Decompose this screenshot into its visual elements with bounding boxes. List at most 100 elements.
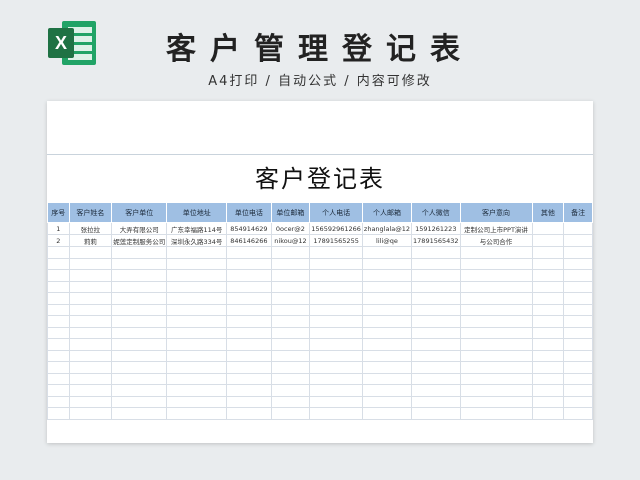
- empty-cell[interactable]: [309, 246, 363, 259]
- empty-cell[interactable]: [111, 384, 168, 397]
- empty-cell[interactable]: [270, 292, 311, 305]
- table-cell[interactable]: 1: [47, 222, 70, 235]
- empty-cell[interactable]: [226, 395, 272, 408]
- empty-cell[interactable]: [166, 280, 228, 293]
- empty-cell[interactable]: [166, 361, 228, 374]
- empty-cell[interactable]: [68, 292, 113, 305]
- empty-cell[interactable]: [270, 269, 311, 282]
- table-cell[interactable]: [563, 234, 593, 247]
- empty-cell[interactable]: [361, 292, 413, 305]
- empty-cell[interactable]: [361, 372, 413, 385]
- empty-cell[interactable]: [111, 246, 168, 259]
- table-cell[interactable]: 846146266: [226, 234, 272, 247]
- table-cell[interactable]: 156592961266: [309, 222, 363, 235]
- table-cell[interactable]: 定制公司上市PPT演讲: [459, 222, 533, 235]
- empty-cell[interactable]: [309, 349, 363, 362]
- empty-cell[interactable]: [111, 372, 168, 385]
- empty-cell[interactable]: [459, 326, 533, 339]
- table-cell[interactable]: 1591261223: [411, 222, 461, 235]
- empty-cell[interactable]: [411, 269, 461, 282]
- empty-cell[interactable]: [226, 269, 272, 282]
- empty-cell[interactable]: [563, 349, 593, 362]
- table-cell[interactable]: 妮莲定制服务公司: [111, 234, 168, 247]
- empty-cell[interactable]: [459, 257, 533, 270]
- empty-cell[interactable]: [166, 407, 228, 420]
- empty-cell[interactable]: [226, 257, 272, 270]
- empty-cell[interactable]: [166, 395, 228, 408]
- empty-cell[interactable]: [47, 361, 70, 374]
- empty-cell[interactable]: [47, 246, 70, 259]
- empty-cell[interactable]: [47, 292, 70, 305]
- empty-cell[interactable]: [68, 315, 113, 328]
- empty-cell[interactable]: [459, 338, 533, 351]
- empty-cell[interactable]: [459, 349, 533, 362]
- empty-cell[interactable]: [226, 280, 272, 293]
- empty-cell[interactable]: [411, 361, 461, 374]
- empty-cell[interactable]: [563, 361, 593, 374]
- empty-cell[interactable]: [111, 269, 168, 282]
- empty-cell[interactable]: [111, 280, 168, 293]
- empty-cell[interactable]: [411, 407, 461, 420]
- empty-cell[interactable]: [361, 338, 413, 351]
- table-cell[interactable]: 深圳永久路334号: [166, 234, 228, 247]
- empty-cell[interactable]: [411, 280, 461, 293]
- empty-cell[interactable]: [270, 303, 311, 316]
- empty-cell[interactable]: [411, 384, 461, 397]
- empty-cell[interactable]: [361, 326, 413, 339]
- empty-cell[interactable]: [309, 395, 363, 408]
- empty-cell[interactable]: [226, 303, 272, 316]
- empty-cell[interactable]: [563, 246, 593, 259]
- empty-cell[interactable]: [563, 303, 593, 316]
- empty-cell[interactable]: [459, 246, 533, 259]
- empty-cell[interactable]: [411, 257, 461, 270]
- empty-cell[interactable]: [309, 303, 363, 316]
- empty-cell[interactable]: [226, 246, 272, 259]
- empty-cell[interactable]: [226, 326, 272, 339]
- empty-cell[interactable]: [226, 292, 272, 305]
- empty-cell[interactable]: [459, 280, 533, 293]
- empty-cell[interactable]: [68, 269, 113, 282]
- empty-cell[interactable]: [270, 407, 311, 420]
- empty-cell[interactable]: [563, 372, 593, 385]
- empty-cell[interactable]: [111, 407, 168, 420]
- empty-cell[interactable]: [309, 257, 363, 270]
- table-cell[interactable]: 张拉拉: [68, 222, 113, 235]
- empty-cell[interactable]: [531, 246, 565, 259]
- empty-cell[interactable]: [309, 280, 363, 293]
- table-cell[interactable]: 广东幸福路114号: [166, 222, 228, 235]
- empty-cell[interactable]: [411, 246, 461, 259]
- empty-cell[interactable]: [563, 269, 593, 282]
- empty-cell[interactable]: [270, 349, 311, 362]
- empty-cell[interactable]: [563, 292, 593, 305]
- empty-cell[interactable]: [68, 257, 113, 270]
- empty-cell[interactable]: [68, 407, 113, 420]
- empty-cell[interactable]: [47, 269, 70, 282]
- empty-cell[interactable]: [563, 407, 593, 420]
- empty-cell[interactable]: [411, 315, 461, 328]
- empty-cell[interactable]: [563, 257, 593, 270]
- empty-cell[interactable]: [531, 269, 565, 282]
- empty-cell[interactable]: [531, 257, 565, 270]
- empty-cell[interactable]: [361, 349, 413, 362]
- empty-cell[interactable]: [166, 384, 228, 397]
- empty-cell[interactable]: [459, 303, 533, 316]
- empty-cell[interactable]: [111, 338, 168, 351]
- table-cell[interactable]: [563, 222, 593, 235]
- empty-cell[interactable]: [166, 372, 228, 385]
- empty-cell[interactable]: [68, 326, 113, 339]
- table-cell[interactable]: 莉莉: [68, 234, 113, 247]
- empty-cell[interactable]: [361, 315, 413, 328]
- empty-cell[interactable]: [270, 372, 311, 385]
- empty-cell[interactable]: [531, 315, 565, 328]
- empty-cell[interactable]: [166, 269, 228, 282]
- table-cell[interactable]: 17891565432: [411, 234, 461, 247]
- empty-cell[interactable]: [166, 303, 228, 316]
- table-cell[interactable]: 854914629: [226, 222, 272, 235]
- empty-cell[interactable]: [459, 315, 533, 328]
- empty-cell[interactable]: [459, 292, 533, 305]
- empty-cell[interactable]: [531, 292, 565, 305]
- empty-cell[interactable]: [531, 395, 565, 408]
- empty-cell[interactable]: [563, 315, 593, 328]
- table-cell[interactable]: [531, 222, 565, 235]
- empty-cell[interactable]: [563, 384, 593, 397]
